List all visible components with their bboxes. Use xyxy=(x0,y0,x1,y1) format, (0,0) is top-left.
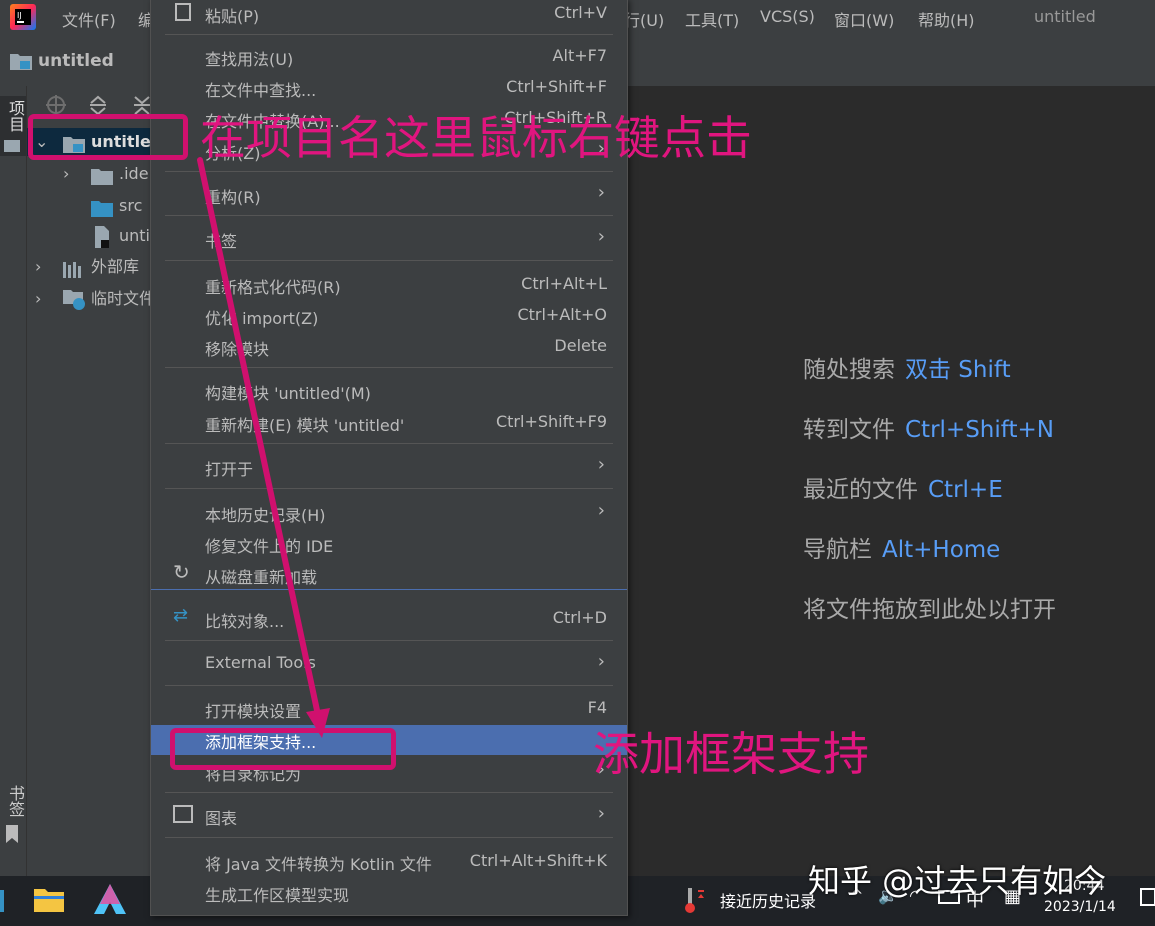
annotation-right-click-hint: 在项目名这里鼠标右键点击 xyxy=(200,111,752,165)
annotation-add-framework-hint: 添加框架支持 xyxy=(593,727,869,781)
watermark: 知乎 @过去只有如今 xyxy=(808,862,1107,900)
